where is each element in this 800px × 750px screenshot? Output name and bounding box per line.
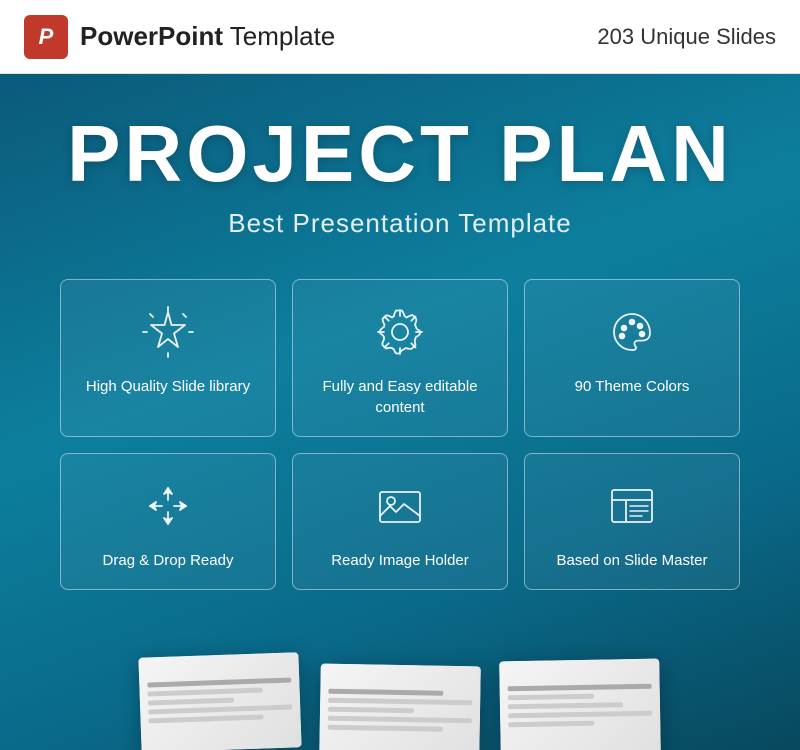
slides-preview (0, 655, 800, 750)
feature-label-colors: 90 Theme Colors (575, 376, 690, 397)
gear-icon (370, 302, 430, 362)
feature-card-colors: 90 Theme Colors (524, 279, 740, 437)
slide-thumb-2 (319, 664, 481, 750)
move-icon (138, 476, 198, 536)
image-icon (370, 476, 430, 536)
feature-label-high-quality: High Quality Slide library (86, 376, 250, 397)
header: P PowerPoint Template 203 Unique Slides (0, 0, 800, 74)
unique-slides-count: 203 Unique Slides (597, 24, 776, 50)
project-plan-title: PROJECT PLAN (67, 114, 733, 194)
header-title: PowerPoint Template (80, 21, 335, 52)
feature-card-image-holder: Ready Image Holder (292, 453, 508, 590)
palette-icon (602, 302, 662, 362)
feature-card-drag-drop: Drag & Drop Ready (60, 453, 276, 590)
feature-label-slide-master: Based on Slide Master (557, 550, 708, 571)
feature-card-high-quality: High Quality Slide library (60, 279, 276, 437)
ppt-logo-icon: P (24, 15, 68, 59)
star-icon (138, 302, 198, 362)
feature-label-image-holder: Ready Image Holder (331, 550, 469, 571)
main-section: PROJECT PLAN Best Presentation Template … (0, 74, 800, 750)
feature-card-editable: Fully and Easy editable content (292, 279, 508, 437)
feature-card-slide-master: Based on Slide Master (524, 453, 740, 590)
feature-label-editable: Fully and Easy editable content (309, 376, 491, 418)
features-grid: High Quality Slide library Fully and Eas… (60, 279, 740, 590)
header-left: P PowerPoint Template (24, 15, 335, 59)
layout-icon (602, 476, 662, 536)
slide-thumb-1 (138, 652, 301, 750)
main-subtitle: Best Presentation Template (228, 208, 571, 239)
feature-label-drag-drop: Drag & Drop Ready (103, 550, 234, 571)
slide-thumb-3 (499, 659, 661, 750)
